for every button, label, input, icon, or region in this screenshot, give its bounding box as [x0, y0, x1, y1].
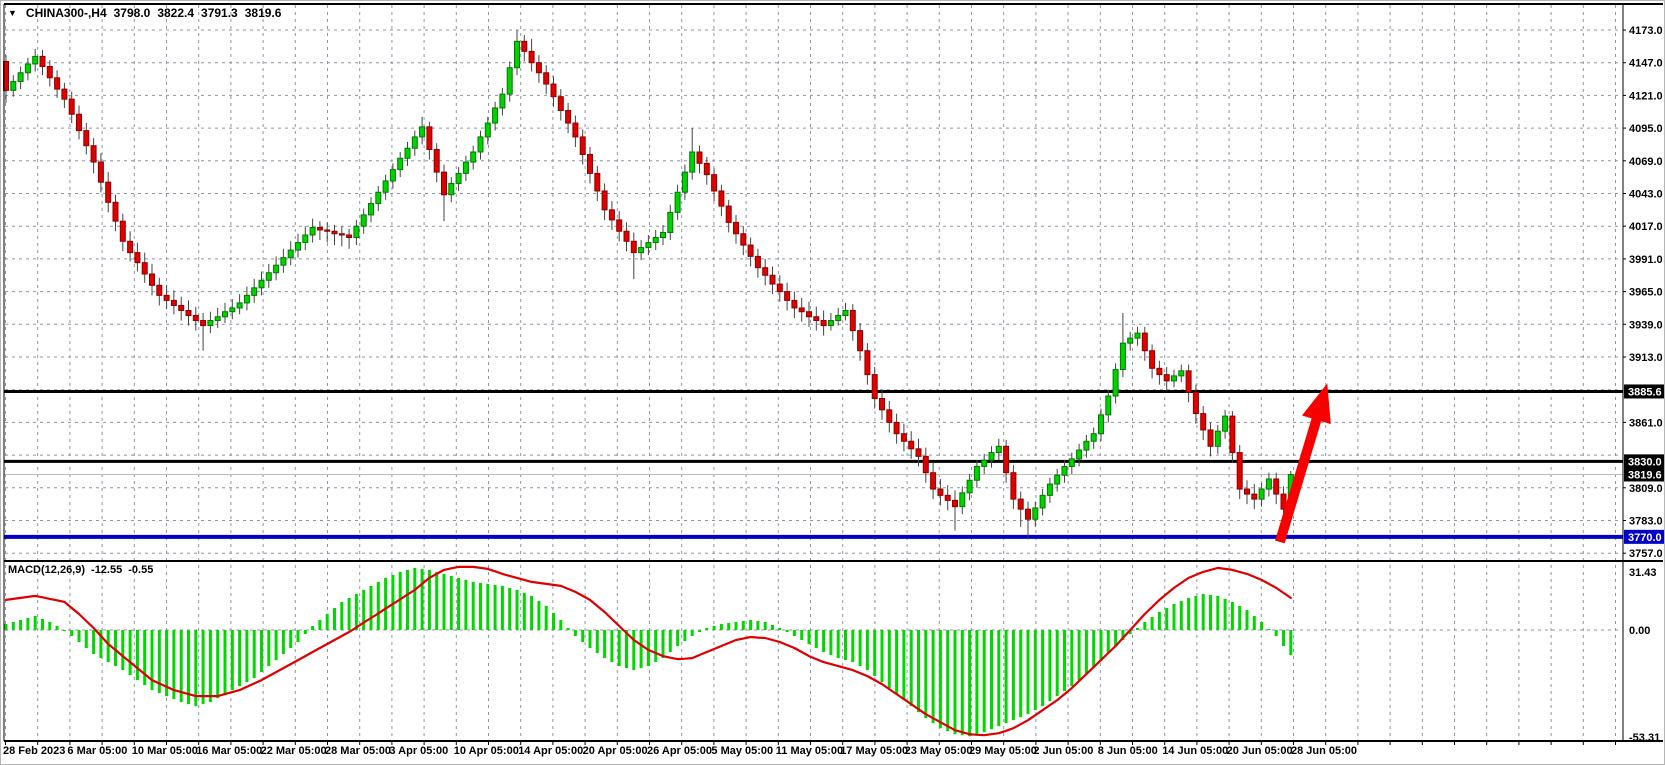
- svg-text:31.43: 31.43: [1629, 567, 1657, 579]
- svg-text:3757.0: 3757.0: [1629, 548, 1663, 560]
- svg-text:4043.0: 4043.0: [1629, 189, 1663, 201]
- svg-text:10 Apr 05:00: 10 Apr 05:00: [454, 745, 519, 757]
- price-tag-3770.0[interactable]: 3770.0: [1624, 530, 1665, 544]
- svg-text:4121.0: 4121.0: [1629, 90, 1663, 102]
- svg-text:4173.0: 4173.0: [1629, 25, 1663, 37]
- svg-text:11 May 05:00: 11 May 05:00: [776, 745, 843, 757]
- svg-text:29 May 05:00: 29 May 05:00: [969, 745, 1037, 757]
- chart-header: ▼ CHINA300-,H4 3798.0 3822.4 3791.3 3819…: [8, 6, 281, 20]
- svg-text:3939.0: 3939.0: [1629, 319, 1663, 331]
- svg-text:4095.0: 4095.0: [1629, 123, 1663, 135]
- svg-text:2 Jun 05:00: 2 Jun 05:00: [1033, 745, 1093, 757]
- low-value: 3791.3: [201, 6, 238, 20]
- svg-text:28 Mar 05:00: 28 Mar 05:00: [325, 745, 391, 757]
- svg-text:14 Apr 05:00: 14 Apr 05:00: [518, 745, 583, 757]
- svg-text:4147.0: 4147.0: [1629, 58, 1663, 70]
- svg-text:3861.0: 3861.0: [1629, 417, 1663, 429]
- svg-text:4069.0: 4069.0: [1629, 156, 1663, 168]
- svg-text:20 Jun 05:00: 20 Jun 05:00: [1227, 745, 1293, 757]
- svg-text:3913.0: 3913.0: [1629, 352, 1663, 364]
- svg-text:3885.6: 3885.6: [1628, 386, 1662, 398]
- svg-text:5 May 05:00: 5 May 05:00: [711, 745, 773, 757]
- svg-text:14 Jun 05:00: 14 Jun 05:00: [1162, 745, 1228, 757]
- macd-axis: 31.43 0.00 -53.31: [1629, 567, 1660, 744]
- macd-main-value: -12.55: [91, 564, 122, 576]
- svg-text:3819.6: 3819.6: [1628, 469, 1662, 481]
- svg-text:-53.31: -53.31: [1629, 732, 1660, 744]
- svg-text:3991.0: 3991.0: [1629, 254, 1663, 266]
- price-tag-3885.6[interactable]: 3885.6: [1624, 384, 1665, 398]
- macd-signal-value: -0.55: [128, 564, 153, 576]
- svg-text:3770.0: 3770.0: [1628, 532, 1662, 544]
- svg-text:26 Apr 05:00: 26 Apr 05:00: [647, 745, 712, 757]
- svg-text:3809.0: 3809.0: [1629, 483, 1663, 495]
- chart-window: 4173.0 4147.0 4121.0 4095.0 4069.0 4043.0 4017…: [0, 0, 1665, 765]
- open-value: 3798.0: [114, 6, 151, 20]
- price-tag-3830.0[interactable]: 3830.0: [1624, 454, 1665, 468]
- price-tag-3819.6[interactable]: 3819.6: [1624, 467, 1665, 481]
- svg-text:28 Feb 2023: 28 Feb 2023: [3, 745, 65, 757]
- svg-text:10 Mar 05:00: 10 Mar 05:00: [132, 745, 198, 757]
- svg-text:17 May 05:00: 17 May 05:00: [840, 745, 908, 757]
- macd-histogram: [5, 568, 1293, 736]
- svg-text:23 May 05:00: 23 May 05:00: [905, 745, 973, 757]
- symbol-period-label: CHINA300-,H4: [26, 6, 107, 20]
- macd-indicator-header: MACD(12,26,9) -12.55 -0.55: [8, 564, 153, 576]
- svg-text:20 Apr 05:00: 20 Apr 05:00: [583, 745, 648, 757]
- collapse-chart-icon[interactable]: ▼: [8, 8, 17, 18]
- svg-text:28 Jun 05:00: 28 Jun 05:00: [1291, 745, 1357, 757]
- grid: [5, 5, 1622, 740]
- time-axis[interactable]: 28 Feb 20236 Mar 05:00 10 Mar 05:0016 Mar…: [3, 741, 1616, 757]
- chart-canvas[interactable]: 4173.0 4147.0 4121.0 4095.0 4069.0 4043.0 4017…: [1, 1, 1665, 765]
- high-value: 3822.4: [157, 6, 194, 20]
- macd-label: MACD(12,26,9): [8, 564, 85, 576]
- close-value: 3819.6: [245, 6, 282, 20]
- svg-text:6 Mar 05:00: 6 Mar 05:00: [67, 745, 127, 757]
- svg-text:3830.0: 3830.0: [1628, 456, 1662, 468]
- svg-text:8 Jun 05:00: 8 Jun 05:00: [1098, 745, 1158, 757]
- svg-text:3783.0: 3783.0: [1629, 516, 1663, 528]
- svg-text:16 Mar 05:00: 16 Mar 05:00: [196, 745, 262, 757]
- svg-text:0.00: 0.00: [1629, 625, 1650, 637]
- svg-text:3 Apr 05:00: 3 Apr 05:00: [389, 745, 448, 757]
- svg-text:4017.0: 4017.0: [1629, 221, 1663, 233]
- svg-text:22 Mar 05:00: 22 Mar 05:00: [261, 745, 327, 757]
- svg-text:3965.0: 3965.0: [1629, 287, 1663, 299]
- horizontal-level-lines[interactable]: [4, 391, 1623, 536]
